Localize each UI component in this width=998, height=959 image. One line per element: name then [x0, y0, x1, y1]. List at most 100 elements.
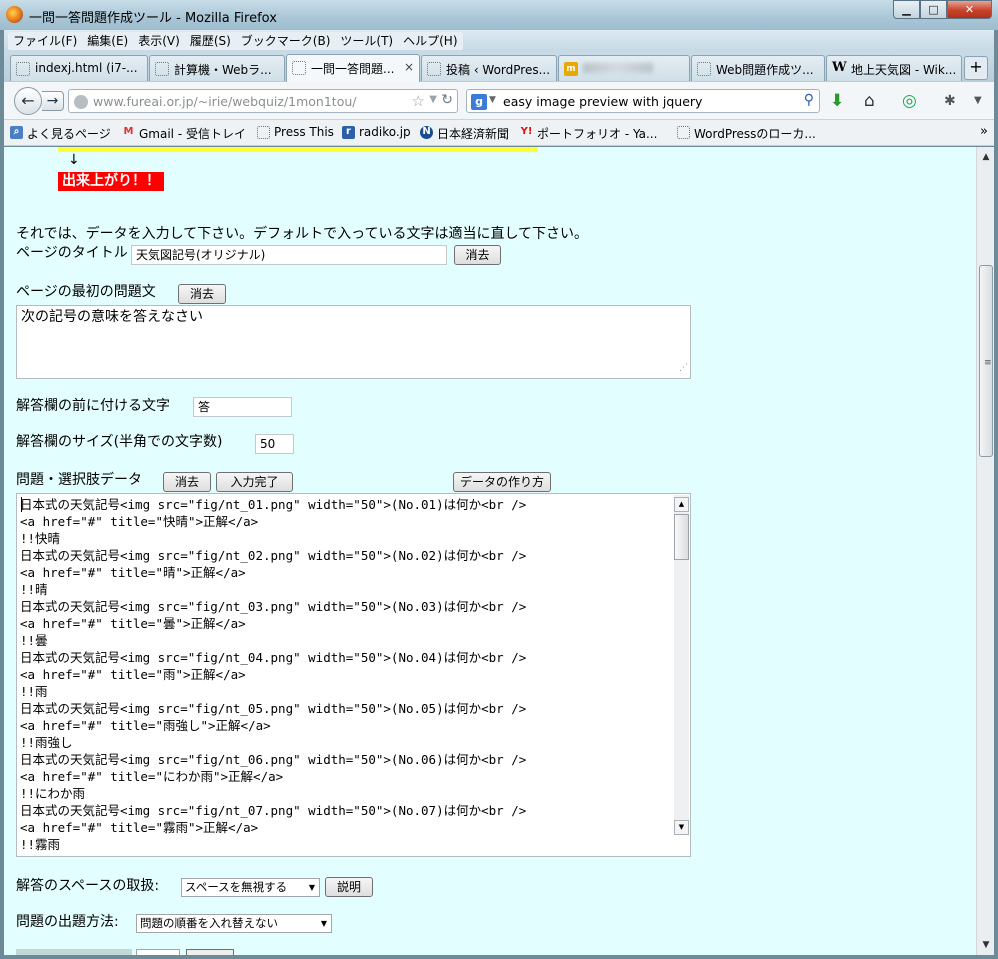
data-line: !!曇	[20, 633, 48, 648]
menu-tools[interactable]: ツール(T)	[335, 32, 398, 50]
data-line: !!にわか雨	[20, 786, 86, 801]
clear-title-button[interactable]: 消去	[454, 245, 501, 265]
menu-edit[interactable]: 編集(E)	[82, 32, 133, 50]
bookmark-label: WordPressのローカ...	[694, 127, 816, 141]
clear-data-button[interactable]: 消去	[163, 472, 211, 492]
textarea-scroll-thumb[interactable]	[674, 514, 689, 560]
data-line: !!晴	[20, 582, 48, 597]
page-title-input[interactable]: 天気図記号(オリジナル)	[131, 245, 447, 265]
search-bar[interactable]: g ▼ easy image preview with jquery ⚲	[466, 89, 820, 113]
page-scroll-down-icon[interactable]: ▼	[978, 937, 994, 953]
menu-bookmarks[interactable]: ブックマーク(B)	[236, 32, 336, 50]
bookmark-yahoo[interactable]: Y! ポートフォリオ - Ya...	[520, 125, 658, 142]
tab-wordpress[interactable]: 投稿 ‹ WordPres...	[421, 55, 557, 81]
tab-label: Web問題作成ツ...	[716, 63, 814, 77]
yahoo-icon: Y!	[520, 126, 533, 137]
bookmarks-overflow-icon[interactable]: »	[980, 124, 988, 139]
data-line: <a href="#" title="霧雨">正解</a>	[20, 820, 259, 835]
tab-wikipedia[interactable]: W 地上天気図 - Wik...	[826, 55, 962, 81]
bookmark-gmail[interactable]: M Gmail - 受信トレイ	[122, 125, 246, 142]
tab-indexj[interactable]: indexj.html (i7-...	[10, 55, 148, 81]
bookmark-label: Press This	[274, 125, 334, 139]
back-button[interactable]: ←	[14, 87, 42, 115]
tab-blurred[interactable]: m	[558, 55, 690, 81]
data-line: <a href="#" title="曇">正解</a>	[20, 616, 246, 631]
minimize-button[interactable]: ▁	[893, 0, 920, 19]
home-icon[interactable]: ⌂	[864, 91, 875, 111]
bookmark-radiko[interactable]: r radiko.jp	[342, 125, 411, 139]
question-data-textarea[interactable]: 日本式の天気記号<img src="fig/nt_01.png" width="…	[16, 493, 691, 857]
how-to-make-data-button[interactable]: データの作り方	[453, 472, 551, 492]
close-window-button[interactable]: ✕	[947, 0, 992, 19]
toolbar-dropdown-icon[interactable]: ▼	[974, 91, 982, 111]
input-complete-button[interactable]: 入力完了	[216, 472, 293, 492]
data-label: 問題・選択肢データ	[16, 472, 142, 488]
data-line: <a href="#" title="にわか雨">正解</a>	[20, 769, 284, 784]
nikkei-icon: N	[420, 126, 433, 139]
tab-web-quiz[interactable]: Web問題作成ツ...	[691, 55, 825, 81]
answer-size-input[interactable]: 50	[255, 434, 294, 454]
new-tab-button[interactable]: +	[964, 56, 988, 80]
maximize-button[interactable]: □	[920, 0, 947, 19]
page-scroll-thumb[interactable]: ≡	[979, 265, 993, 457]
question-data-lines: 日本式の天気記号<img src="fig/nt_01.png" width="…	[20, 496, 670, 853]
data-line: <a href="#" title="晴">正解</a>	[20, 565, 246, 580]
menu-file[interactable]: ファイル(F)	[8, 32, 82, 50]
data-line: <a href="#" title="快晴">正解</a>	[20, 514, 259, 529]
bookmark-nikkei[interactable]: N 日本経済新聞	[420, 125, 509, 142]
forward-button[interactable]: →	[42, 91, 64, 111]
page-content: ↓ 出来上がり！！ それでは、データを入力して下さい。デフォルトで入っている文字…	[4, 147, 976, 955]
tab-calculator[interactable]: 計算機・Webラ...	[149, 55, 285, 81]
question-order-label: 問題の出題方法:	[16, 914, 119, 930]
first-question-textarea[interactable]: 次の記号の意味を答えなさい ⋰	[16, 305, 691, 379]
bug-icon[interactable]: ✱	[944, 91, 956, 111]
bookmark-label: Gmail - 受信トレイ	[139, 127, 246, 141]
bookmark-most-visited[interactable]: ⌕ よく見るページ	[10, 125, 111, 142]
scroll-down-icon[interactable]: ▼	[674, 820, 689, 835]
search-icon[interactable]: ⚲	[804, 92, 814, 108]
title-bar: 一問一答問題作成ツール - Mozilla Firefox ▁ □ ✕	[0, 0, 998, 30]
tab-ichimon-active[interactable]: 一問一答問題... ×	[286, 54, 420, 82]
scroll-up-icon[interactable]: ▲	[674, 497, 689, 512]
question-order-select[interactable]: 問題の順番を入れ替えない ▼	[136, 914, 332, 933]
page-icon	[677, 126, 690, 139]
search-input[interactable]: easy image preview with jquery	[503, 94, 702, 109]
clear-first-question-button[interactable]: 消去	[178, 284, 226, 304]
download-icon[interactable]: ⬇	[830, 91, 844, 111]
highlight-bar	[58, 147, 538, 152]
globe-icon	[74, 95, 88, 109]
resize-grip-icon[interactable]: ⋰	[679, 360, 688, 377]
question-order-value: 問題の順番を入れ替えない	[140, 916, 278, 930]
bookmark-star-icon[interactable]: ☆	[412, 92, 425, 110]
close-tab-icon[interactable]: ×	[404, 60, 414, 74]
explain-button[interactable]: 説明	[325, 877, 373, 897]
menu-view[interactable]: 表示(V)	[133, 32, 185, 50]
history-dropdown-icon[interactable]: ▼	[429, 94, 437, 105]
data-line: !!快晴	[20, 531, 61, 546]
firefox-icon	[6, 6, 23, 23]
reload-icon[interactable]: ↻	[441, 92, 453, 108]
url-bar[interactable]: www.fureai.or.jp/~irie/webquiz/1mon1tou/…	[68, 89, 458, 113]
space-handling-label: 解答のスペースの取扱:	[16, 878, 160, 894]
window-title: 一問一答問題作成ツール - Mozilla Firefox	[29, 11, 277, 26]
answer-prefix-input[interactable]: 答	[193, 397, 292, 417]
bookmark-press-this[interactable]: Press This	[257, 125, 334, 139]
answer-prefix-label: 解答欄の前に付ける文字	[16, 398, 170, 414]
page-scrollbar[interactable]: ▲ ≡ ▼	[976, 147, 994, 955]
data-line: 日本式の天気記号<img src="fig/nt_06.png" width="…	[20, 752, 527, 767]
tab-label: 地上天気図 - Wik...	[851, 63, 957, 77]
search-engine-dropdown-icon[interactable]: ▼	[489, 95, 496, 105]
title-label: ページのタイトル	[16, 245, 128, 261]
space-handling-select[interactable]: スペースを無視する ▼	[181, 878, 320, 897]
menu-help[interactable]: ヘルプ(H)	[398, 32, 462, 50]
bookmark-wordpress-local[interactable]: WordPressのローカ...	[677, 125, 816, 142]
bookmark-label: 日本経済新聞	[437, 127, 510, 141]
textarea-scrollbar[interactable]: ▲ ▼	[674, 495, 689, 835]
addon-icon[interactable]: ◎	[902, 91, 917, 111]
url-text[interactable]: www.fureai.or.jp/~irie/webquiz/1mon1tou/	[93, 94, 356, 109]
page-scroll-up-icon[interactable]: ▲	[978, 149, 994, 165]
data-line: 日本式の天気記号<img src="fig/nt_07.png" width="…	[20, 803, 527, 818]
menu-history[interactable]: 履歴(S)	[185, 32, 236, 50]
google-icon[interactable]: g	[471, 94, 487, 110]
intro-text: それでは、データを入力して下さい。デフォルトで入っている文字は適当に直して下さい…	[16, 226, 589, 242]
